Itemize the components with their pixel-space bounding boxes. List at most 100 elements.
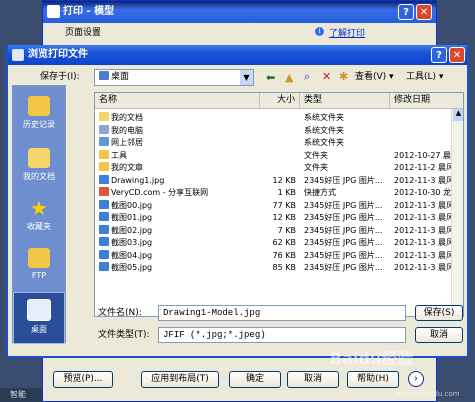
file-name: 截图03.jpg — [99, 237, 259, 249]
file-date: 2012-11-3 晨风20 — [394, 238, 451, 247]
file-size: 1 KB — [277, 188, 296, 197]
file-date: 2012-11-3 晨风20 — [394, 213, 451, 222]
file-type: 系统文件夹 — [304, 138, 344, 147]
file-row[interactable]: 截图03.jpg 62 KB 2345好压 JPG 图片... 2012-11-3 晨… — [95, 237, 451, 249]
cancel-print-button[interactable]: 取消 — [287, 371, 339, 388]
file-row[interactable]: 截图00.jpg 77 KB 2345好压 JPG 图片... 2012-11-3 晨… — [95, 199, 451, 212]
file-name-text: VeryCD.com - 分享互联网 — [111, 188, 209, 197]
file-name: 截图01.jpg — [99, 212, 259, 224]
file-size: 76 KB — [272, 250, 296, 260]
dialog-titlebar: 浏览打印文件 — [8, 45, 467, 65]
jpg-file-icon — [99, 262, 109, 271]
computer-icon — [99, 124, 109, 134]
taskbar-item[interactable]: 智能 — [0, 388, 42, 402]
print-app-icon — [47, 5, 60, 18]
file-type: 2345好压 JPG 图片... — [304, 263, 383, 272]
expand-arrow-icon[interactable]: › — [408, 371, 424, 387]
place-ftp[interactable]: FTP — [13, 242, 65, 294]
jpg-file-icon — [99, 237, 109, 246]
scroll-up-icon[interactable]: ▲ — [453, 109, 463, 121]
file-date: 2012-11-3 晨风20 — [394, 250, 451, 260]
desktop-icon — [99, 71, 109, 80]
new-folder-icon[interactable]: ✱ — [339, 70, 348, 83]
jpg-file-icon — [99, 174, 109, 184]
file-row[interactable]: 截图04.jpg 76 KB 2345好压 JPG 图片... 2012-11-3 晨… — [95, 249, 451, 262]
file-name: 截图05.jpg — [99, 262, 259, 274]
preview-button[interactable]: 预览(P)... — [53, 371, 113, 388]
learn-print-link[interactable]: 了解打印 — [329, 26, 365, 39]
place-label: FTP — [31, 271, 47, 280]
file-name-text: 截图00.jpg — [111, 200, 153, 210]
column-header-type[interactable]: 类型 — [300, 93, 390, 109]
file-type: 快捷方式 — [304, 188, 336, 197]
file-type: 系统文件夹 — [304, 113, 344, 122]
file-row[interactable]: 截图05.jpg 85 KB 2345好压 JPG 图片... 2012-11-3 晨… — [95, 262, 451, 274]
file-type: 2345好压 JPG 图片... — [304, 200, 383, 210]
file-size: 12 KB — [272, 213, 296, 222]
file-row[interactable]: 截图01.jpg 12 KB 2345好压 JPG 图片... 2012-11-3 晨… — [95, 212, 451, 224]
save-in-select[interactable]: 桌面 — [94, 69, 254, 86]
documents-folder-icon — [28, 148, 50, 168]
file-row[interactable]: 截图02.jpg 7 KB 2345好压 JPG 图片... 2012-11-3 晨风… — [95, 224, 451, 237]
file-list-scrollbar[interactable]: ▲ ▼ — [451, 109, 463, 316]
file-type: 文件夹 — [304, 150, 328, 160]
save-button[interactable]: 保存(S) — [415, 305, 463, 321]
file-name: 截图04.jpg — [99, 249, 259, 262]
file-name-text: 截图02.jpg — [111, 225, 153, 235]
search-web-icon[interactable]: ⌕ — [304, 70, 310, 84]
file-row[interactable]: 我的文章 文件夹 2012-11-2 晨风20 — [95, 162, 451, 174]
views-button[interactable]: 查看(V) ▾ — [355, 69, 394, 85]
file-size: 7 KB — [277, 225, 296, 235]
desktop-icon — [27, 299, 51, 321]
close-title-button[interactable]: ✕ — [416, 4, 432, 20]
file-name: 我的文档 — [99, 112, 259, 124]
place-label: 历史记录 — [23, 120, 55, 129]
apply-to-layout-button[interactable]: 应用到布局(T) — [141, 371, 219, 388]
file-row[interactable]: 工具 文件夹 2012-10-27 晨风2 — [95, 149, 451, 162]
file-date: 2012-10-30 龙溜 — [394, 188, 451, 197]
shortcut-icon — [99, 187, 109, 196]
file-list[interactable]: 名称 大小 类型 修改日期 我的文档 系统文件夹 我的电脑 系统文件夹 网上邻居 系统文件… — [94, 92, 464, 317]
place-my-documents[interactable]: 我的文档 — [13, 142, 65, 194]
network-icon — [99, 137, 109, 146]
print-dialog-title: 打印 - 模型 — [63, 6, 115, 17]
help-title-button[interactable]: ? — [398, 4, 414, 20]
column-header-date[interactable]: 修改日期 — [390, 93, 463, 109]
place-history[interactable]: 历史记录 — [13, 90, 65, 142]
place-favorites[interactable]: ★ 收藏夹 — [13, 192, 65, 244]
place-desktop[interactable]: 桌面 — [13, 292, 65, 344]
dialog-close-title-button[interactable]: ✕ — [449, 47, 465, 63]
file-row[interactable]: Drawing1.jpg 12 KB 2345好压 JPG 图片... 2012-11… — [95, 174, 451, 187]
dialog-title: 浏览打印文件 — [28, 49, 88, 60]
back-icon[interactable]: ⬅ — [266, 71, 275, 84]
jpg-file-icon — [99, 199, 109, 209]
file-type: 2345好压 JPG 图片... — [304, 213, 383, 222]
dialog-help-title-button[interactable]: ? — [431, 47, 447, 63]
documents-folder-icon — [99, 112, 109, 121]
file-row[interactable]: 我的电脑 系统文件夹 — [95, 124, 451, 137]
file-type: 文件夹 — [304, 163, 328, 172]
file-name-text: 工具 — [111, 150, 127, 160]
file-date: 2012-11-3 晨风20 — [394, 175, 451, 185]
file-row[interactable]: 我的文档 系统文件夹 — [95, 112, 451, 124]
file-row[interactable]: 网上邻居 系统文件夹 — [95, 137, 451, 149]
up-folder-icon[interactable]: ▲ — [285, 71, 293, 84]
file-name: 网上邻居 — [99, 137, 259, 149]
file-row[interactable]: VeryCD.com - 分享互联网 1 KB 快捷方式 2012-10-30 龙溜 — [95, 187, 451, 199]
star-icon: ★ — [30, 196, 48, 220]
cancel-button[interactable]: 取消 — [415, 327, 463, 343]
file-type: 2345好压 JPG 图片... — [304, 175, 383, 185]
column-header-size[interactable]: 大小 — [260, 93, 300, 109]
file-name-text: Drawing1.jpg — [111, 175, 165, 185]
file-type: 2345好压 JPG 图片... — [304, 238, 383, 247]
print-dialog-titlebar: 打印 - 模型 — [43, 1, 436, 23]
dropdown-arrow-icon[interactable]: ▼ — [240, 70, 253, 85]
tools-button[interactable]: 工具(L) ▾ — [406, 69, 443, 85]
column-header-name[interactable]: 名称 — [95, 93, 260, 109]
delete-icon[interactable]: ✕ — [322, 70, 331, 83]
filetype-select[interactable]: JFIF (*.jpg;*.jpeg) — [158, 327, 406, 343]
filename-input[interactable]: Drawing1-Model.jpg — [158, 305, 406, 321]
dialog-app-icon — [12, 49, 24, 61]
ok-button[interactable]: 确定 — [229, 371, 281, 388]
help-button[interactable]: 帮助(H) — [347, 371, 399, 388]
